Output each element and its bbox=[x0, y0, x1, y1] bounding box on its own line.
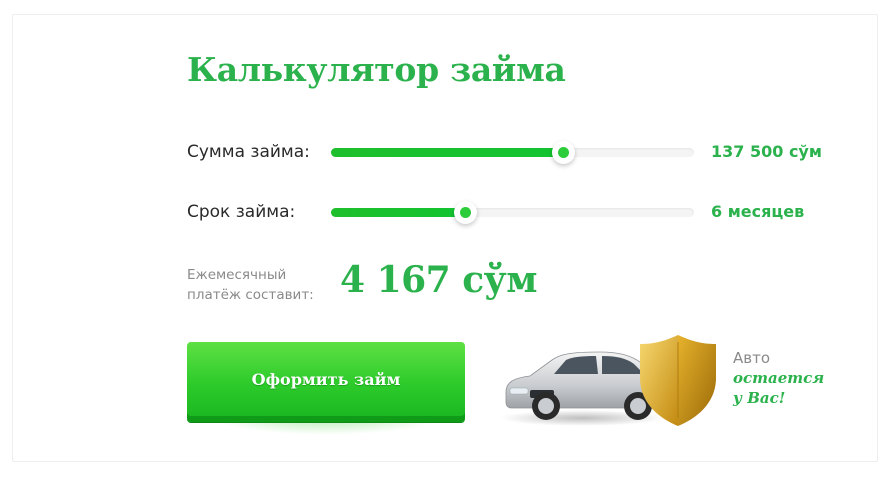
term-value: 6 месяцев bbox=[711, 202, 805, 221]
monthly-payment-amount: 4 167 сўм bbox=[340, 259, 538, 301]
monthly-payment-label: Ежемесячный платёж составит: bbox=[187, 265, 327, 305]
apply-loan-button[interactable]: Оформить займ bbox=[187, 342, 465, 422]
monthly-payment-label-line2: платёж составит: bbox=[187, 287, 314, 303]
amount-value: 137 500 сўм bbox=[711, 142, 822, 161]
monthly-payment-label-line1: Ежемесячный bbox=[187, 267, 287, 283]
term-slider-fill bbox=[331, 208, 466, 217]
term-slider[interactable] bbox=[331, 201, 694, 224]
page-title: Калькулятор займа bbox=[187, 50, 566, 89]
amount-label: Сумма займа: bbox=[187, 142, 310, 162]
term-label: Срок займа: bbox=[187, 202, 296, 222]
promo-line3: у Вас! bbox=[733, 389, 786, 407]
promo-text: Авто остается у Вас! bbox=[733, 348, 824, 408]
amount-slider[interactable] bbox=[331, 141, 694, 164]
amount-slider-fill bbox=[331, 148, 564, 157]
car-with-shield-icon bbox=[500, 335, 716, 426]
promo-line1: Авто bbox=[733, 349, 771, 367]
promo-line2: остается bbox=[733, 369, 825, 387]
